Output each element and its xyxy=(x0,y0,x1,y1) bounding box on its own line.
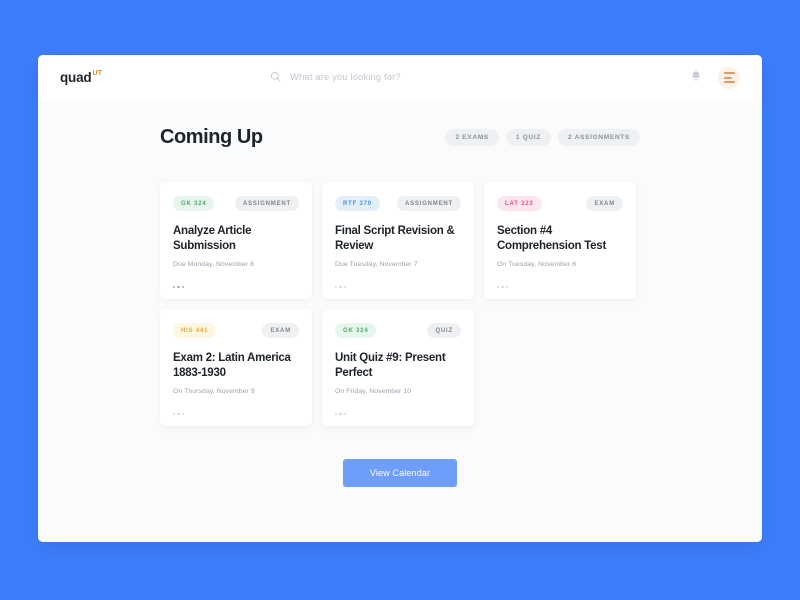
menu-button[interactable] xyxy=(718,66,740,89)
course-badge: GK 324 xyxy=(335,323,377,338)
card-title: Exam 2: Latin America 1883-1930 xyxy=(173,352,291,380)
view-calendar-button[interactable]: View Calendar xyxy=(342,459,458,487)
task-card[interactable]: GK 324 QUIZ Unit Quiz #9: Present Perfec… xyxy=(322,309,474,426)
search-bar[interactable] xyxy=(270,69,530,87)
card-due-date: Due Monday, November 6 xyxy=(173,261,255,269)
content-column: Coming Up 2 EXAMS 1 QUIZ 2 ASSIGNMENTS G… xyxy=(160,126,640,487)
card-more-options-button[interactable] xyxy=(173,412,189,415)
type-badge: EXAM xyxy=(262,323,299,338)
course-badge: HIS 441 xyxy=(173,323,217,338)
card-title: Final Script Revision & Review xyxy=(335,225,455,253)
card-title: Unit Quiz #9: Present Perfect xyxy=(335,352,446,380)
pill-exams[interactable]: 2 EXAMS xyxy=(445,129,499,146)
card-title: Analyze Article Submission xyxy=(173,225,252,253)
page-title: Coming Up xyxy=(160,126,263,148)
app-logo[interactable]: quad UT xyxy=(60,69,103,85)
page-header-row: Coming Up 2 EXAMS 1 QUIZ 2 ASSIGNMENTS xyxy=(160,126,640,149)
card-grid: GK 324 ASSIGNMENT Analyze Article Submis… xyxy=(160,182,640,426)
logo-superscript: UT xyxy=(92,69,103,77)
pill-quiz[interactable]: 1 QUIZ xyxy=(505,129,552,146)
type-badge: QUIZ xyxy=(427,323,461,338)
pill-assignments[interactable]: 2 ASSIGNMENTS xyxy=(558,129,640,146)
card-badges: GK 324 ASSIGNMENT xyxy=(173,196,299,211)
card-badges: RTF 370 ASSIGNMENT xyxy=(335,196,461,211)
task-card[interactable]: HIS 441 EXAM Exam 2: Latin America 1883-… xyxy=(160,309,312,426)
header-actions xyxy=(690,66,740,89)
type-badge: EXAM xyxy=(586,196,623,211)
menu-icon xyxy=(723,72,735,83)
app-window: quad UT What are you looking for? Coming… xyxy=(38,55,762,542)
main-content: Coming Up 2 EXAMS 1 QUIZ 2 ASSIGNMENTS G… xyxy=(38,100,762,542)
course-badge: LAT 323 xyxy=(497,196,542,211)
search-input[interactable] xyxy=(290,72,530,83)
task-card[interactable]: RTF 370 ASSIGNMENT Final Script Revision… xyxy=(322,182,474,299)
card-due-date: On Friday, November 10 xyxy=(335,388,412,396)
card-more-options-button[interactable] xyxy=(335,412,351,415)
card-due-date: On Thursday, November 9 xyxy=(173,388,255,396)
card-badges: HIS 441 EXAM xyxy=(173,323,299,338)
card-more-options-button[interactable] xyxy=(335,285,351,288)
course-badge: RTF 370 xyxy=(335,196,380,211)
app-header: quad UT xyxy=(38,55,762,100)
task-card[interactable]: LAT 323 EXAM Section #4 Comprehension Te… xyxy=(484,182,636,299)
card-title: Section #4 Comprehension Test xyxy=(497,225,607,253)
type-badge: ASSIGNMENT xyxy=(234,196,299,211)
summary-pills: 2 EXAMS 1 QUIZ 2 ASSIGNMENTS xyxy=(445,129,640,146)
type-badge: ASSIGNMENT xyxy=(396,196,461,211)
card-due-date: On Tuesday, November 6 xyxy=(497,261,577,269)
card-badges: GK 324 QUIZ xyxy=(335,323,461,338)
card-more-options-button[interactable] xyxy=(497,285,513,288)
bell-icon xyxy=(690,70,702,86)
notification-bell-button[interactable] xyxy=(690,70,702,86)
search-icon xyxy=(270,69,281,87)
card-badges: LAT 323 EXAM xyxy=(497,196,623,211)
footer-actions: View Calendar xyxy=(160,459,640,487)
task-card[interactable]: GK 324 ASSIGNMENT Analyze Article Submis… xyxy=(160,182,312,299)
card-more-options-button[interactable] xyxy=(173,285,189,288)
course-badge: GK 324 xyxy=(173,196,215,211)
card-due-date: Due Tuesday, November 7 xyxy=(335,261,418,269)
logo-text: quad xyxy=(60,69,92,85)
